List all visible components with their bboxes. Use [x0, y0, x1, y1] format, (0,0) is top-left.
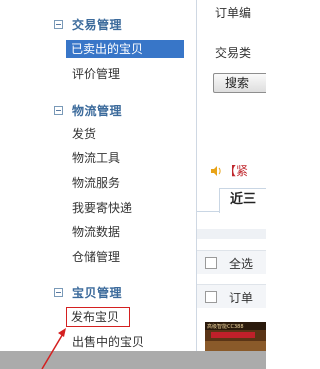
sidebar-item-warehouse[interactable]: 仓储管理: [72, 248, 120, 266]
collapse-icon[interactable]: [54, 105, 63, 115]
collapse-icon[interactable]: [54, 287, 63, 297]
sidebar-item-items-on-sale[interactable]: 出售中的宝贝: [72, 333, 144, 351]
section-title-goods: 宝贝管理: [72, 285, 123, 300]
sidebar-item-publish-item[interactable]: 发布宝贝: [66, 307, 130, 327]
sidebar-item-review-management[interactable]: 评价管理: [72, 65, 120, 83]
notice-text: 【紧: [224, 164, 249, 178]
notice-banner[interactable]: 【紧: [210, 162, 248, 179]
section-trade-management[interactable]: 交易管理: [54, 14, 122, 34]
collapse-icon[interactable]: [54, 19, 63, 29]
product-stripe: [211, 332, 255, 338]
tab-bar: 近三: [197, 184, 266, 213]
order-label: 订单: [229, 291, 254, 305]
product-thumbnail[interactable]: 高级智能CC388: [205, 322, 266, 351]
sidebar-item-ship[interactable]: 发货: [72, 125, 96, 143]
select-all-checkbox[interactable]: [205, 257, 217, 269]
sidebar-item-sold-items[interactable]: 已卖出的宝贝: [66, 40, 184, 58]
select-all-row: 全选: [197, 250, 266, 274]
sidebar-item-logistics-data[interactable]: 物流数据: [72, 223, 120, 241]
speaker-icon: [210, 165, 222, 176]
product-tag: 高级智能CC388: [207, 324, 244, 330]
order-checkbox[interactable]: [205, 291, 217, 303]
table-spacer: [197, 229, 266, 239]
section-logistics[interactable]: 物流管理: [54, 100, 122, 120]
order-number-label: 订单编: [215, 6, 252, 20]
section-goods[interactable]: 宝贝管理: [54, 282, 122, 302]
tab-recent-three-months[interactable]: 近三: [219, 188, 266, 213]
product-base: [205, 341, 266, 351]
sidebar-item-logistics-tools[interactable]: 物流工具: [72, 149, 120, 167]
trade-type-label: 交易类: [215, 46, 252, 60]
sidebar-item-send-express[interactable]: 我要寄快递: [72, 199, 132, 217]
order-row-header: 订单: [197, 284, 266, 308]
main-content: 订单编 交易类 搜索 【紧 近三 全选 订单 高级智能CC388: [197, 0, 266, 351]
section-title-logistics: 物流管理: [72, 103, 123, 118]
select-all-label: 全选: [229, 257, 254, 271]
status-bar: [0, 351, 266, 369]
sidebar-item-logistics-service[interactable]: 物流服务: [72, 174, 120, 192]
search-button[interactable]: 搜索: [213, 73, 266, 93]
section-title-trade: 交易管理: [72, 17, 123, 32]
